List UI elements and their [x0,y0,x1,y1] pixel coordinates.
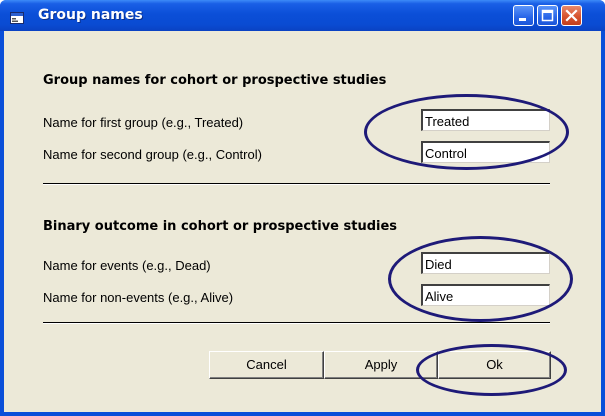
cancel-button[interactable]: Cancel [209,351,324,379]
outcome-section-title: Binary outcome in cohort or prospective … [43,219,398,234]
close-icon [565,9,578,22]
group-names-window: Group names Group names for cohort or pr… [0,0,605,416]
first-group-input[interactable] [421,109,550,131]
events-input[interactable] [421,252,550,274]
minimize-icon [519,18,526,21]
second-group-label: Name for second group (e.g., Control) [43,147,262,162]
window-title: Group names [38,7,143,23]
events-label: Name for events (e.g., Dead) [43,258,211,273]
second-group-input[interactable] [421,141,550,163]
ok-button[interactable]: Ok [438,351,551,379]
section-divider [43,183,550,185]
window-bottom-border [0,412,605,416]
title-bar[interactable]: Group names [0,0,605,31]
nonevents-label: Name for non-events (e.g., Alive) [43,290,234,305]
minimize-button[interactable] [513,5,534,26]
window-app-icon [10,9,24,24]
group-section-title: Group names for cohort or prospective st… [43,73,387,88]
close-button[interactable] [561,5,582,26]
maximize-button[interactable] [537,5,558,26]
maximize-icon [541,9,554,22]
apply-button[interactable]: Apply [324,351,438,379]
nonevents-input[interactable] [421,284,550,306]
buttons-divider [43,322,550,324]
first-group-label: Name for first group (e.g., Treated) [43,115,244,130]
